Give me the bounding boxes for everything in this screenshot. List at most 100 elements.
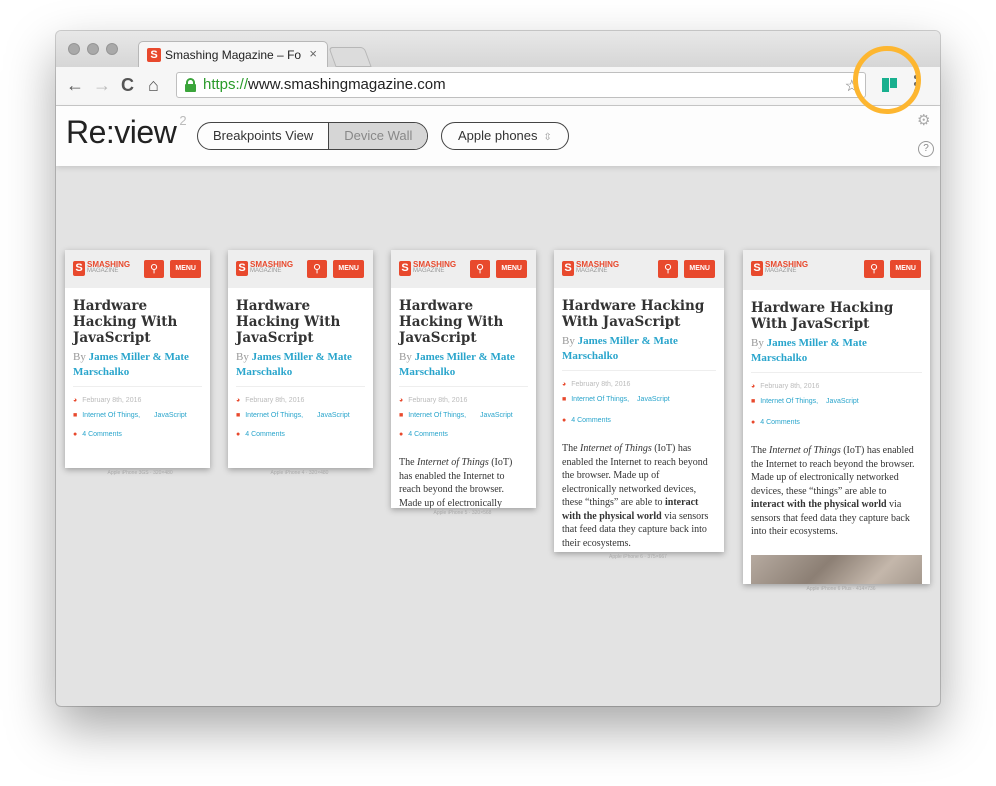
device-group-select[interactable]: Apple phones ⇳ [441, 122, 569, 150]
smashing-logo-icon: S [562, 260, 574, 276]
tab-device-wall[interactable]: Device Wall [328, 123, 428, 149]
article-authors[interactable]: James Miller & Mate Marschalko [751, 337, 867, 364]
logo-version: 2 [179, 113, 187, 129]
site-menu-button[interactable]: MENU [496, 260, 527, 278]
device-preview[interactable]: S SMASHING MAGAZINE ⚲ MENU Hardware Hacki… [743, 250, 930, 584]
minimize-window-button[interactable] [87, 43, 99, 55]
device-caption: Apple iPhone 5 · 320×568 [433, 510, 492, 516]
close-window-button[interactable] [68, 43, 80, 55]
view-switcher: Breakpoints View Device Wall [197, 122, 429, 150]
tag-link[interactable]: JavaScript [480, 412, 513, 419]
tag-link[interactable]: Internet Of Things, [571, 396, 629, 403]
logo-word: SMASHING [765, 260, 809, 269]
comments-link[interactable]: 4 Comments [245, 431, 285, 438]
back-arrow-icon[interactable]: ← [66, 75, 84, 95]
site-search-icon[interactable]: ⚲ [144, 260, 164, 278]
site-menu-button[interactable]: MENU [684, 260, 715, 278]
comments-link[interactable]: 4 Comments [760, 419, 800, 426]
forward-arrow-icon[interactable]: → [93, 75, 111, 95]
article-title: Hardware Hacking With JavaScript [236, 298, 341, 346]
article-hero-image [751, 554, 922, 584]
article-authors[interactable]: James Miller & Mate Marschalko [73, 351, 189, 378]
tag-link[interactable]: JavaScript [317, 412, 350, 419]
article-tags: ■ Internet Of Things, JavaScript [73, 410, 202, 421]
url-protocol: https:// [203, 76, 249, 93]
tag-link[interactable]: Internet Of Things, [82, 412, 140, 419]
tag-icon: ■ [73, 412, 78, 419]
site-header: S SMASHING MAGAZINE ⚲ MENU [65, 250, 210, 288]
site-menu-button[interactable]: MENU [170, 260, 201, 278]
smashing-logo-icon: S [73, 260, 85, 276]
site-search-icon[interactable]: ⚲ [658, 260, 678, 278]
device-caption: Apple iPhone 6 · 375×667 [609, 554, 667, 560]
logo-sub: MAGAZINE [87, 268, 119, 274]
article-authors[interactable]: James Miller & Mate Marschalko [562, 335, 678, 362]
article-date: ◕ February 8th, 2016 [399, 397, 468, 404]
clock-icon: ◕ [399, 397, 404, 404]
tag-link[interactable]: JavaScript [826, 398, 859, 405]
tag-link[interactable]: JavaScript [637, 396, 670, 403]
site-search-icon[interactable]: ⚲ [470, 260, 490, 278]
byline-prefix: By [751, 337, 764, 349]
site-menu-button[interactable]: MENU [890, 260, 921, 278]
settings-gear-icon[interactable]: ⚙ [917, 111, 930, 129]
device-preview[interactable]: S SMASHING MAGAZINE ⚲ MENU Hardware Hacki… [228, 250, 373, 468]
tag-link[interactable]: Internet Of Things, [760, 398, 818, 405]
logo-text: Re:view [66, 114, 177, 150]
tab-title: Smashing Magazine – For P [165, 48, 301, 62]
article-body: Hardware Hacking With JavaScript By Jame… [743, 290, 930, 584]
help-icon[interactable]: ? [918, 141, 934, 157]
new-tab-button[interactable] [328, 47, 372, 67]
tag-icon: ■ [236, 412, 241, 419]
clock-icon: ◕ [236, 397, 241, 404]
smashing-logo: S SMASHING MAGAZINE [236, 260, 293, 276]
logo-word: SMASHING [87, 260, 131, 269]
maximize-window-button[interactable] [106, 43, 118, 55]
article-title: Hardware Hacking With JavaScript [751, 300, 894, 332]
article-authors[interactable]: James Miller & Mate Marschalko [399, 351, 515, 378]
device-preview[interactable]: S SMASHING MAGAZINE ⚲ MENU Hardware Hacki… [65, 250, 210, 468]
smashing-favicon-icon: S [147, 48, 161, 62]
address-bar[interactable]: https://www.smashingmagazine.com ☆ [176, 72, 866, 98]
tag-link[interactable]: JavaScript [154, 412, 187, 419]
tab-breakpoints-view[interactable]: Breakpoints View [198, 123, 328, 149]
tag-link[interactable]: Internet Of Things, [408, 412, 466, 419]
article-byline: By James Miller & Mate Marschalko [73, 350, 202, 380]
device-preview[interactable]: S SMASHING MAGAZINE ⚲ MENU Hardware Hacki… [554, 250, 724, 552]
smashing-logo-icon: S [751, 260, 763, 276]
comments-link[interactable]: 4 Comments [408, 431, 448, 438]
logo-sub: MAGAZINE [576, 268, 608, 274]
device-caption: Apple iPhone 4 · 320×480 [270, 470, 329, 476]
article-byline: By James Miller & Mate Marschalko [236, 350, 365, 380]
article-tags: ■ Internet Of Things, JavaScript [236, 410, 365, 421]
reload-icon[interactable]: C [121, 75, 134, 95]
smashing-logo-icon: S [236, 260, 248, 276]
comments-link[interactable]: 4 Comments [571, 417, 611, 424]
browser-tab[interactable]: S Smashing Magazine – For P × [138, 41, 328, 68]
article-intro: The Internet of Things (IoT) has enabled… [399, 457, 513, 508]
home-icon[interactable]: ⌂ [148, 75, 159, 95]
article-date: ◕ February 8th, 2016 [73, 397, 142, 404]
article-byline: By James Miller & Mate Marschalko [562, 334, 716, 364]
close-tab-icon[interactable]: × [309, 46, 317, 61]
title-bar: S Smashing Magazine – For P × [56, 31, 940, 68]
site-search-icon[interactable]: ⚲ [307, 260, 327, 278]
site-search-icon[interactable]: ⚲ [864, 260, 884, 278]
device-caption: Apple iPhone 3GS · 320×480 [107, 470, 173, 476]
traffic-lights [68, 43, 118, 55]
site-menu-button[interactable]: MENU [333, 260, 364, 278]
article-tags: ■ Internet Of Things, JavaScript [399, 410, 528, 421]
device-preview[interactable]: S SMASHING MAGAZINE ⚲ MENU Hardware Hacki… [391, 250, 536, 508]
url-text: https://www.smashingmagazine.com [203, 76, 446, 93]
review-logo: Re:view 2 [66, 113, 187, 151]
highlight-circle [853, 46, 921, 114]
site-header: S SMASHING MAGAZINE ⚲ MENU [391, 250, 536, 288]
article-comments: ● 4 Comments [751, 417, 922, 428]
article-body: Hardware Hacking With JavaScript By Jame… [391, 288, 536, 508]
tag-link[interactable]: Internet Of Things, [245, 412, 303, 419]
article-authors[interactable]: James Miller & Mate Marschalko [236, 351, 352, 378]
article-tags: ■ Internet Of Things, JavaScript [562, 394, 716, 405]
comments-link[interactable]: 4 Comments [82, 431, 122, 438]
byline-prefix: By [399, 351, 412, 363]
browser-window: S Smashing Magazine – For P × ← → C ⌂ ht… [56, 31, 940, 706]
